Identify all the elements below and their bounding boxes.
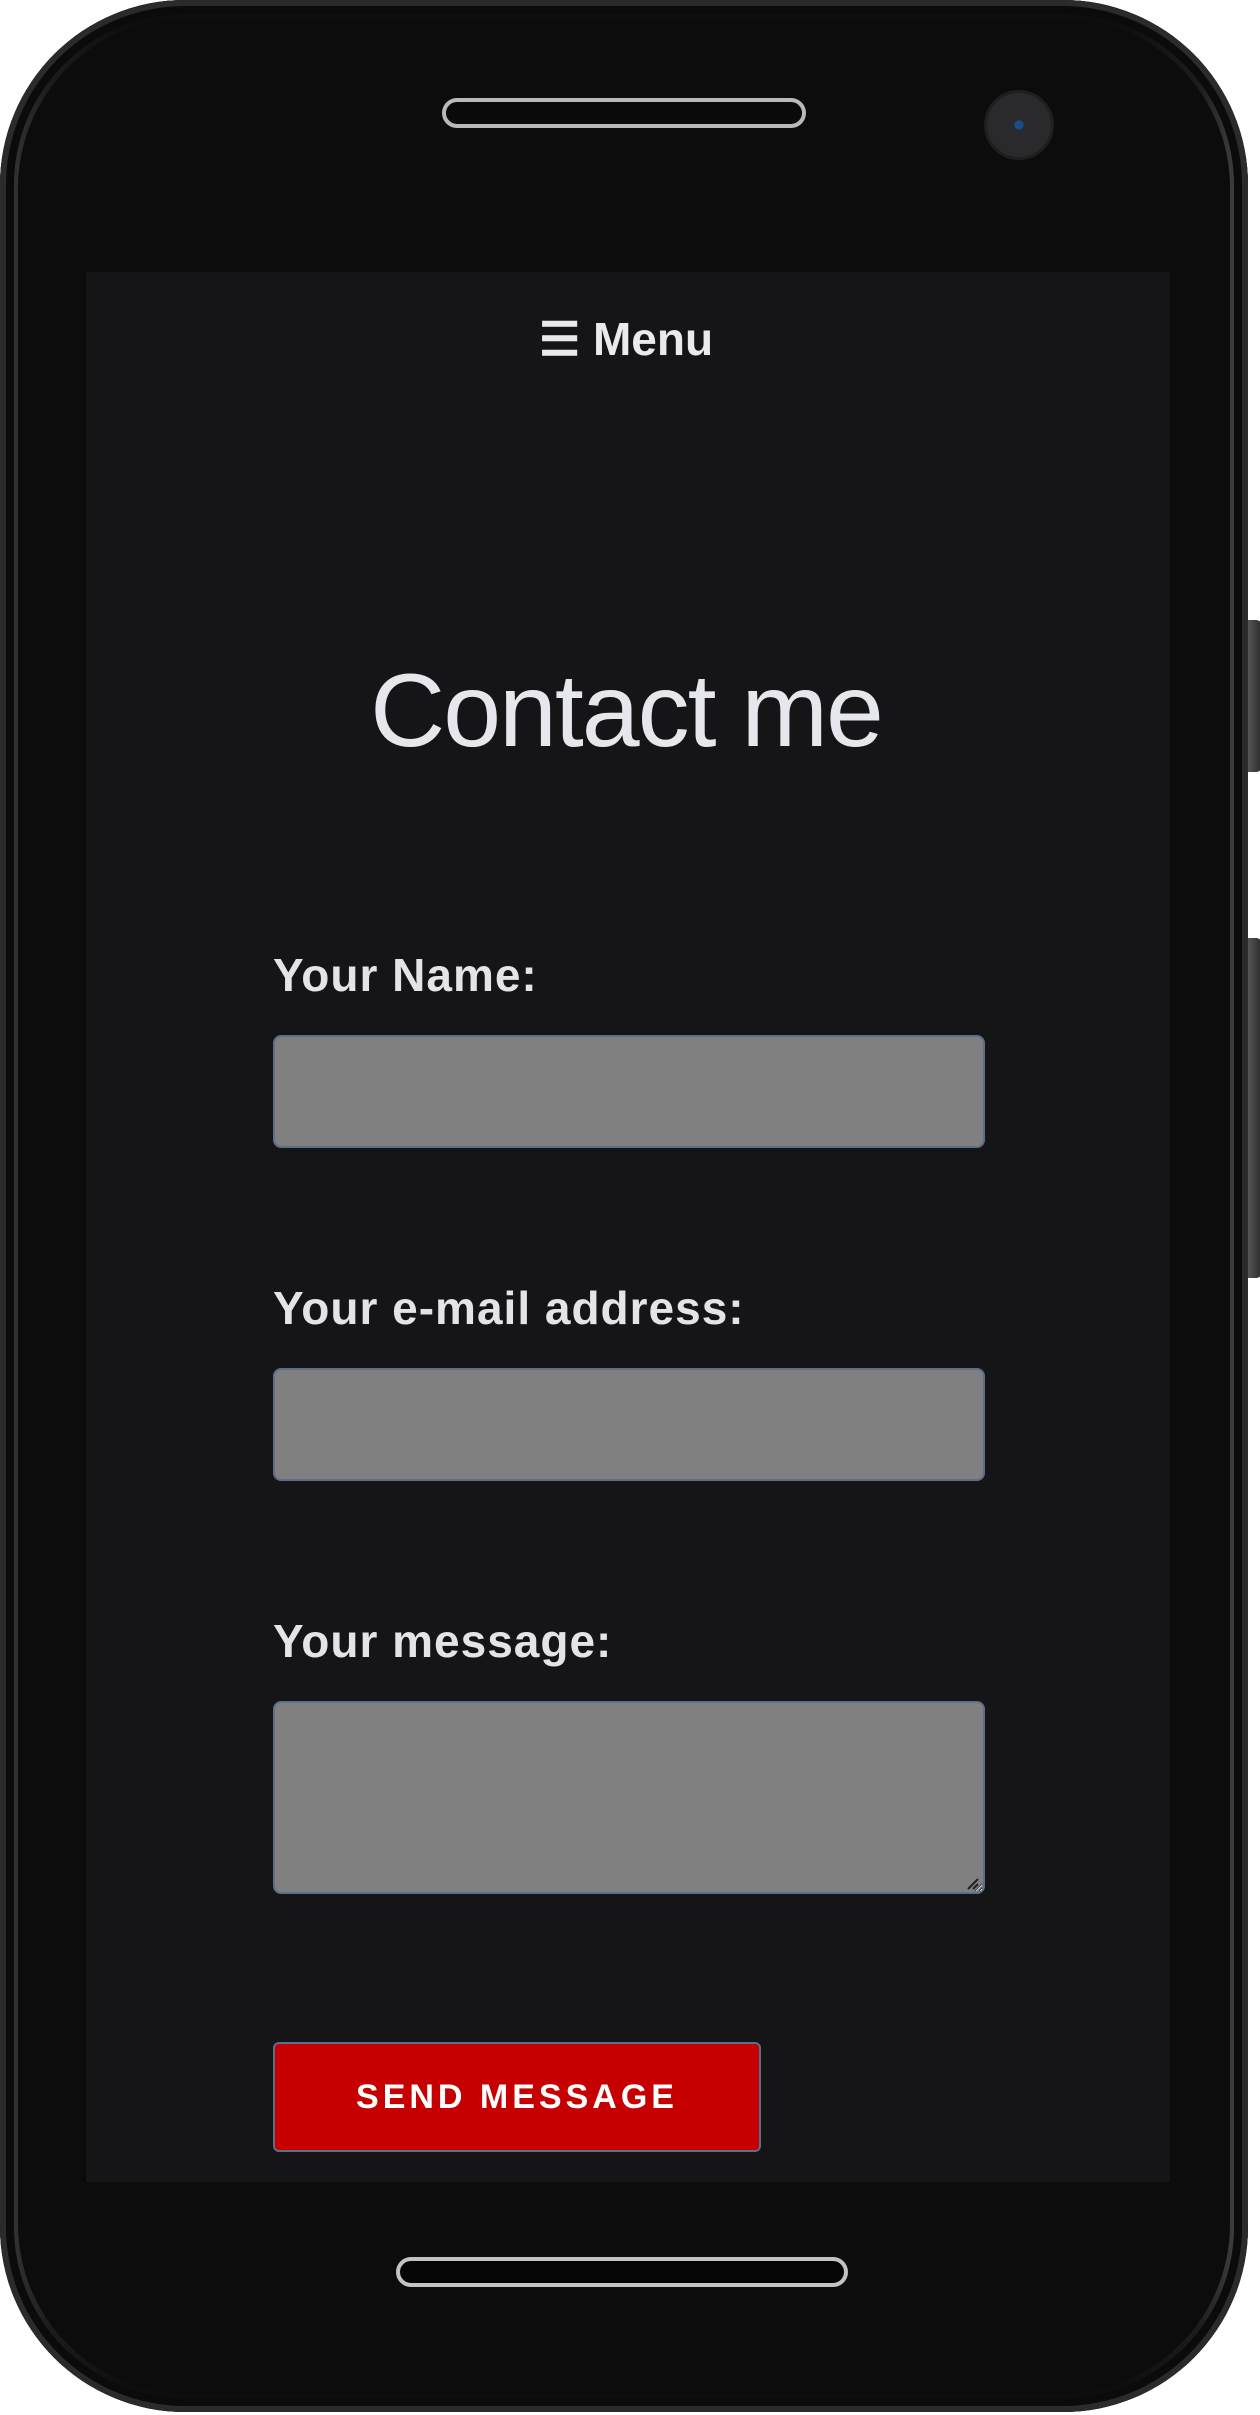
email-input[interactable] (273, 1368, 985, 1481)
phone-frame: ☰ Menu Contact me Your Name: Your e-mail… (0, 0, 1260, 2412)
bottom-speaker-grille (396, 2257, 848, 2287)
power-button (1248, 938, 1260, 1278)
email-label: Your e-mail address: (273, 1282, 745, 1334)
name-label: Your Name: (273, 949, 538, 1001)
message-textarea[interactable] (273, 1701, 985, 1894)
earpiece-speaker (442, 98, 806, 128)
volume-button (1248, 620, 1260, 772)
page-title: Contact me (370, 653, 884, 769)
screen: ☰ Menu Contact me Your Name: Your e-mail… (82, 272, 1170, 2182)
name-input[interactable] (273, 1035, 985, 1148)
send-message-button[interactable]: SEND MESSAGE (273, 2042, 761, 2152)
resize-handle-icon[interactable] (965, 1876, 979, 1890)
menu-toggle-button[interactable]: ☰ Menu (82, 312, 1170, 366)
front-camera (984, 90, 1054, 160)
message-label: Your message: (273, 1615, 613, 1667)
